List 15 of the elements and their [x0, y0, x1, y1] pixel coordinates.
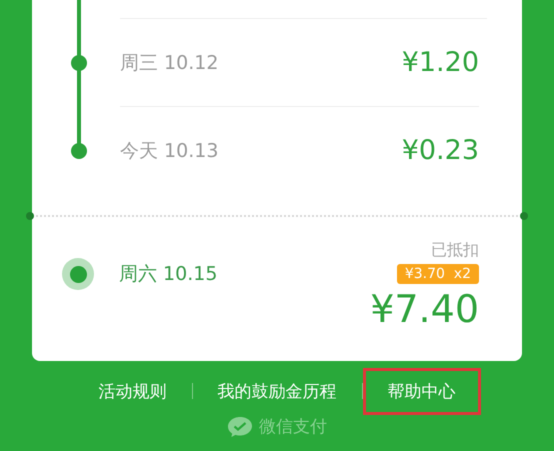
- footer-link[interactable]: 我的鼓励金历程: [192, 368, 362, 414]
- amount-text: ¥7.40: [370, 286, 479, 330]
- amount-text: ¥1.20: [402, 47, 479, 78]
- notch-dot: [26, 212, 34, 220]
- day-label: 今天 10.13: [120, 138, 218, 164]
- amount-text: ¥0.23: [402, 135, 479, 166]
- notch-dot: [520, 212, 528, 220]
- brand-text: 微信支付: [259, 416, 327, 438]
- chat-check-icon: [227, 416, 253, 438]
- day-label: 周六 10.15: [119, 262, 218, 287]
- footer-link[interactable]: 活动规则: [74, 368, 192, 414]
- status-text: 已抵扣: [431, 240, 479, 260]
- multiplier-badge: ¥3.70 x2: [396, 264, 479, 284]
- footer-link[interactable]: 帮助中心: [362, 368, 480, 414]
- day-label: 周三 10.12: [120, 50, 218, 76]
